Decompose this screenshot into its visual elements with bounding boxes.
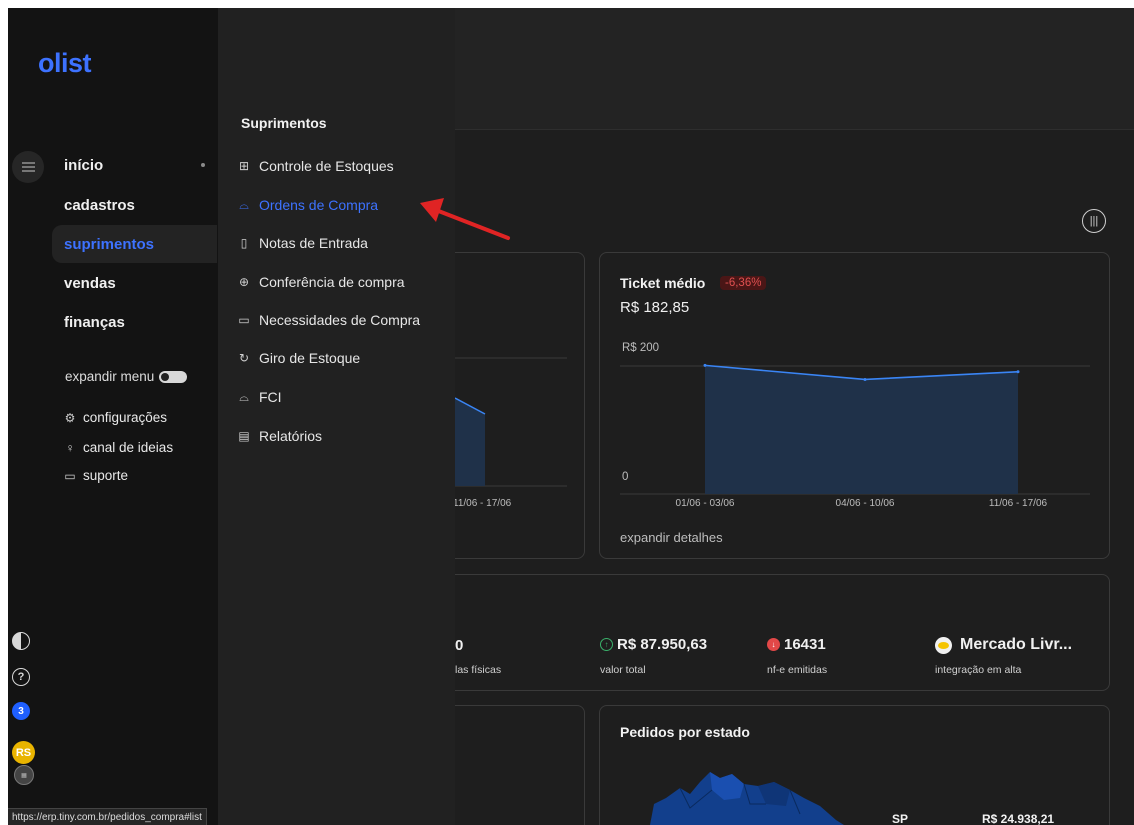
chat-icon: ▭: [64, 468, 76, 483]
map-region: [650, 772, 844, 825]
logo-text: olist: [38, 48, 92, 78]
nav-item-label: finanças: [64, 313, 125, 331]
submenu-item-giro-de-estoque[interactable]: ↻ Giro de Estoque: [237, 350, 360, 366]
header-band: [455, 8, 1134, 130]
settings-link[interactable]: ⚙ configurações: [63, 410, 167, 425]
tray-icon: ⌓: [239, 197, 249, 212]
submenu-item-notas-de-entrada[interactable]: ▯ Notas de Entrada: [237, 235, 368, 251]
submenu-title: Suprimentos: [241, 115, 327, 131]
mercado-livre-icon: [935, 636, 952, 654]
submenu-item-label: Notas de Entrada: [259, 235, 368, 251]
submenu-item-controle-de-estoques[interactable]: ⊞ Controle de Estoques: [237, 158, 394, 174]
left-chart: [455, 357, 567, 487]
submenu-item-ordens-de-compra[interactable]: ⌓ Ordens de Compra: [237, 197, 378, 213]
brazil-map: [650, 772, 844, 825]
filter-settings-icon[interactable]: |||: [1082, 209, 1106, 233]
lightbulb-icon: ♀: [65, 440, 75, 455]
left-rail: olist início cadastros suprimentos venda…: [8, 8, 218, 825]
partial-stat-value: 0: [455, 637, 463, 654]
nav-item-suprimentos[interactable]: suprimentos: [52, 225, 217, 263]
notification-badge[interactable]: 3: [12, 702, 30, 720]
hamburger-menu-icon[interactable]: [12, 151, 44, 183]
gift-icon: ⊕: [238, 275, 250, 289]
chart-area: [705, 365, 1018, 494]
chart-point: [703, 363, 707, 367]
ideas-label: canal de ideias: [83, 440, 174, 455]
nfe-label: nf-e emitidas: [767, 664, 828, 676]
document-icon: ▯: [240, 236, 248, 250]
nav-bullet-icon: [201, 163, 205, 167]
state-code: SP: [892, 812, 909, 825]
total-value-label: valor total: [600, 664, 646, 676]
nav-item-vendas[interactable]: vendas: [52, 264, 217, 302]
nfe-stat: ↓ 16431: [767, 636, 826, 653]
help-icon[interactable]: ?: [12, 668, 30, 686]
nav-item-label: suprimentos: [64, 235, 155, 253]
x-tick-label: 04/06 - 10/06: [835, 498, 895, 509]
annotation-arrow-shaft: [434, 208, 510, 240]
arrow-down-icon: ↓: [767, 638, 780, 651]
x-tick-label: 01/06 - 03/06: [675, 498, 735, 509]
company-avatar[interactable]: ▦: [14, 765, 34, 785]
left-chart-x-tick: 11/06 - 17/06: [453, 498, 512, 509]
submenu-item-label: Ordens de Compra: [259, 197, 379, 213]
expand-menu-label: expandir menu: [65, 369, 155, 384]
expand-menu-toggle[interactable]: expandir menu: [65, 369, 188, 384]
orders-card-title: Pedidos por estado: [620, 724, 750, 740]
toggle-switch[interactable]: [159, 370, 188, 383]
ticket-value: R$ 182,85: [620, 299, 690, 316]
ticket-chart: [620, 363, 1090, 495]
nav-item-label: cadastros: [64, 196, 135, 214]
ideas-channel-link[interactable]: ♀ canal de ideias: [63, 440, 174, 455]
nav-item-inicio[interactable]: início: [52, 146, 217, 184]
submenu-panel: Suprimentos ⊞ Controle de Estoques ⌓ Orden…: [218, 8, 455, 825]
submenu-item-label: Relatórios: [259, 428, 323, 444]
nav-item-label: início: [64, 156, 104, 174]
x-tick-label: 11/06 - 17/06: [988, 498, 1048, 509]
tray-icon: ⌓: [239, 389, 249, 404]
contrast-icon[interactable]: [12, 632, 30, 650]
integration-label: integração em alta: [935, 664, 1022, 676]
nav-item-cadastros[interactable]: cadastros: [52, 186, 217, 224]
chart-point: [1016, 370, 1020, 374]
submenu-item-conferencia-de-compra[interactable]: ⊕ Conferência de compra: [237, 274, 405, 290]
report-icon: ▤: [238, 429, 250, 443]
submenu-item-fci[interactable]: ⌓ FCI: [237, 389, 282, 405]
nav-item-financas[interactable]: finanças: [52, 303, 217, 341]
integration-value-text: Mercado Livr...: [960, 636, 1073, 653]
arrow-up-icon: ↑: [600, 638, 613, 651]
chart-point: [863, 377, 867, 381]
submenu-item-label: Giro de Estoque: [259, 350, 361, 366]
partial-stat-label: las físicas: [455, 664, 502, 676]
settings-label: configurações: [83, 410, 168, 425]
grid-icon: ⊞: [238, 159, 250, 173]
expand-details-link[interactable]: expandir detalhes: [620, 530, 723, 545]
submenu-item-relatorios[interactable]: ▤ Relatórios: [237, 428, 322, 444]
submenu-item-label: Necessidades de Compra: [259, 312, 421, 328]
ticket-change-badge: -6,36%: [720, 276, 767, 290]
app-window: ||| 11/06 - 17/06 Ticket médio -6,36% R$…: [8, 8, 1134, 825]
submenu-item-necessidades-de-compra[interactable]: ▭ Necessidades de Compra: [237, 312, 420, 328]
total-value-text: R$ 87.950,63: [617, 636, 708, 653]
submenu-item-label: Controle de Estoques: [259, 158, 394, 174]
bottom-left-card: [455, 705, 585, 825]
submenu-item-label: Conferência de compra: [259, 274, 405, 290]
refresh-icon: ↻: [238, 351, 250, 365]
gear-icon: ⚙: [64, 410, 76, 425]
olist-logo[interactable]: olist: [38, 48, 92, 79]
annotation-arrow: [420, 198, 510, 240]
status-bar-url: https://erp.tiny.com.br/pedidos_compra#l…: [8, 808, 207, 825]
partial-stat-text: 0: [455, 637, 464, 654]
support-label: suporte: [83, 468, 129, 483]
integration-stat: Mercado Livr...: [935, 636, 1072, 654]
total-value-stat: ↑ R$ 87.950,63: [600, 636, 707, 653]
clipboard-icon: ▭: [238, 313, 250, 327]
state-amount: R$ 24.938,21: [982, 812, 1055, 825]
nav-item-label: vendas: [64, 274, 116, 292]
nfe-value-text: 16431: [784, 636, 826, 653]
avatar[interactable]: RS: [12, 741, 35, 764]
support-link[interactable]: ▭ suporte: [63, 468, 128, 483]
ticket-card-title: Ticket médio: [620, 275, 706, 291]
submenu-item-label: FCI: [259, 389, 282, 405]
